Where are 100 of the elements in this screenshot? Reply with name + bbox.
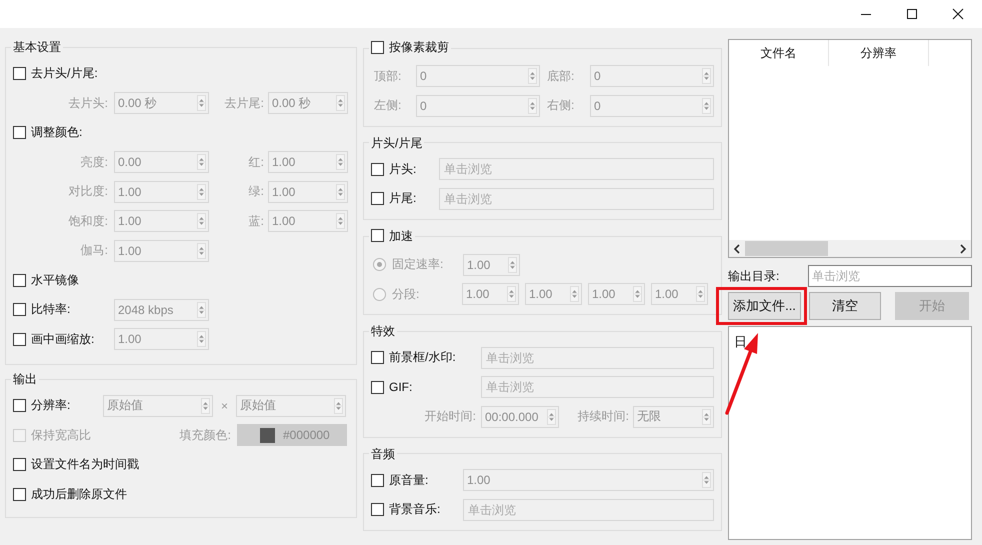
maximize-icon[interactable] (906, 8, 918, 20)
checkbox-label: 背景音乐: (389, 501, 440, 518)
spin-arrows-icon[interactable] (334, 398, 343, 414)
spin-arrows-icon[interactable] (197, 95, 206, 111)
scroll-right-icon[interactable] (959, 244, 967, 254)
scrollbar-thumb[interactable] (745, 241, 828, 256)
action-button[interactable]: 添加文件... (728, 292, 801, 320)
spin-field[interactable]: 1.00 (114, 180, 209, 202)
checkbox[interactable] (371, 40, 384, 54)
spin-field[interactable]: 00:00.000 (481, 406, 559, 428)
checkbox[interactable] (371, 229, 384, 242)
checkbox[interactable] (371, 192, 384, 205)
spin-field[interactable]: 0.00 秒 (268, 92, 348, 114)
checkbox[interactable] (371, 380, 384, 394)
spin-arrows-icon[interactable] (702, 98, 711, 114)
spin-field[interactable]: 0 (416, 65, 540, 87)
close-icon[interactable] (952, 8, 964, 20)
spin-arrows-icon[interactable] (570, 286, 579, 302)
spin-field[interactable]: 1.00 (268, 180, 348, 202)
file-path-field[interactable]: 单击浏览 (481, 376, 714, 398)
checkbox[interactable] (13, 274, 26, 286)
checkbox-label: 比特率: (31, 301, 70, 318)
spin-arrows-icon[interactable] (633, 286, 642, 302)
spin-arrows-icon[interactable] (336, 95, 345, 111)
file-path-field[interactable]: 单击浏览 (463, 498, 714, 520)
spin-field[interactable]: 原始值 (103, 394, 213, 416)
spin-arrows-icon[interactable] (696, 286, 705, 302)
checkbox[interactable] (13, 67, 26, 80)
spin-arrows-icon[interactable] (197, 213, 206, 229)
spin-field[interactable]: 0 (590, 65, 714, 87)
spin-arrows-icon[interactable] (197, 242, 206, 258)
checkbox[interactable] (13, 126, 26, 139)
file-path-field[interactable]: 单击浏览 (439, 158, 714, 180)
spin-arrows-icon[interactable] (702, 408, 711, 424)
spin-field[interactable]: 原始值 (236, 394, 346, 416)
field-label: 左侧: (373, 97, 402, 114)
spin-field[interactable]: 1.00 (463, 469, 714, 491)
spin-field[interactable]: 无限 (633, 406, 714, 428)
spin-field[interactable]: 1.00 (114, 240, 209, 262)
column-header[interactable]: 分辨率 (829, 40, 929, 66)
spin-arrows-icon[interactable] (336, 184, 345, 200)
spin-arrows-icon[interactable] (547, 408, 556, 424)
checkbox-label: 去片头/片尾: (31, 65, 98, 82)
field-label: 对比度: (68, 183, 109, 200)
checkbox[interactable] (371, 351, 384, 364)
spin-arrows-icon[interactable] (197, 331, 206, 347)
file-path-field[interactable]: 单击浏览 (481, 346, 714, 368)
scroll-left-icon[interactable] (733, 244, 741, 254)
field-label: 绿: (248, 183, 265, 200)
field-label: 蓝: (248, 212, 265, 230)
spin-arrows-icon[interactable] (201, 398, 210, 414)
spin-arrows-icon[interactable] (197, 184, 206, 200)
field-label: 伽马: (80, 242, 109, 259)
checkbox[interactable] (13, 332, 26, 346)
spin-arrows-icon[interactable] (702, 472, 711, 488)
field-label: 底部: (546, 68, 576, 84)
output-dir-label: 输出目录: (728, 268, 780, 284)
checkbox-label: 原音量: (389, 472, 428, 488)
field-label: 去片尾: (224, 94, 265, 112)
group-title: 基本设置 (13, 40, 61, 54)
field-label: 持续时间: (576, 408, 630, 425)
checkbox[interactable] (371, 474, 384, 486)
spin-field[interactable]: 2048 kbps (114, 298, 209, 320)
spin-field[interactable]: 1.00 (268, 210, 348, 232)
spin-arrows-icon[interactable] (528, 68, 537, 84)
spin-arrows-icon[interactable] (197, 302, 206, 318)
checkbox[interactable] (13, 488, 26, 500)
spin-arrows-icon[interactable] (508, 256, 517, 272)
column-header[interactable]: 文件名 (729, 40, 829, 66)
action-button[interactable]: 清空 (809, 292, 881, 320)
checkbox[interactable] (13, 458, 26, 471)
checkbox-label: 成功后删除原文件 (31, 486, 127, 502)
field-label: 亮度: (80, 154, 109, 170)
spin-field[interactable]: 0 (416, 94, 540, 116)
group-title: 片头/片尾 (371, 136, 422, 150)
field-label: 右侧: (546, 97, 576, 114)
spin-arrows-icon[interactable] (336, 213, 345, 229)
spin-arrows-icon[interactable] (702, 68, 711, 84)
spin-arrows-icon[interactable] (507, 286, 516, 302)
spin-field[interactable]: 1.00 (268, 151, 348, 173)
spin-field[interactable]: 1.00 (114, 328, 209, 350)
checkbox-label: 片尾: (389, 190, 416, 207)
spin-field[interactable]: 1.00 (114, 210, 209, 232)
file-path-field[interactable]: 单击浏览 (439, 188, 714, 210)
spin-arrows-icon[interactable] (528, 98, 537, 114)
spin-arrows-icon[interactable] (336, 154, 345, 170)
spin-arrows-icon[interactable] (197, 154, 206, 170)
checkbox-label: 调整颜色: (31, 124, 82, 141)
spin-field[interactable]: 0.00 秒 (114, 92, 209, 114)
checkbox[interactable] (371, 503, 384, 516)
field-label: 顶部: (373, 68, 402, 84)
checkbox[interactable] (13, 303, 26, 316)
horizontal-scrollbar[interactable] (729, 240, 971, 257)
checkbox[interactable] (13, 399, 26, 412)
checkbox-label: 片头: (389, 160, 416, 178)
checkbox[interactable] (371, 162, 384, 176)
output-dir-field[interactable]: 单击浏览 (808, 265, 972, 287)
spin-field[interactable]: 0.00 (114, 151, 209, 173)
spin-field[interactable]: 0 (590, 94, 714, 116)
checkbox-label: 设置文件名为时间戳 (31, 456, 139, 473)
